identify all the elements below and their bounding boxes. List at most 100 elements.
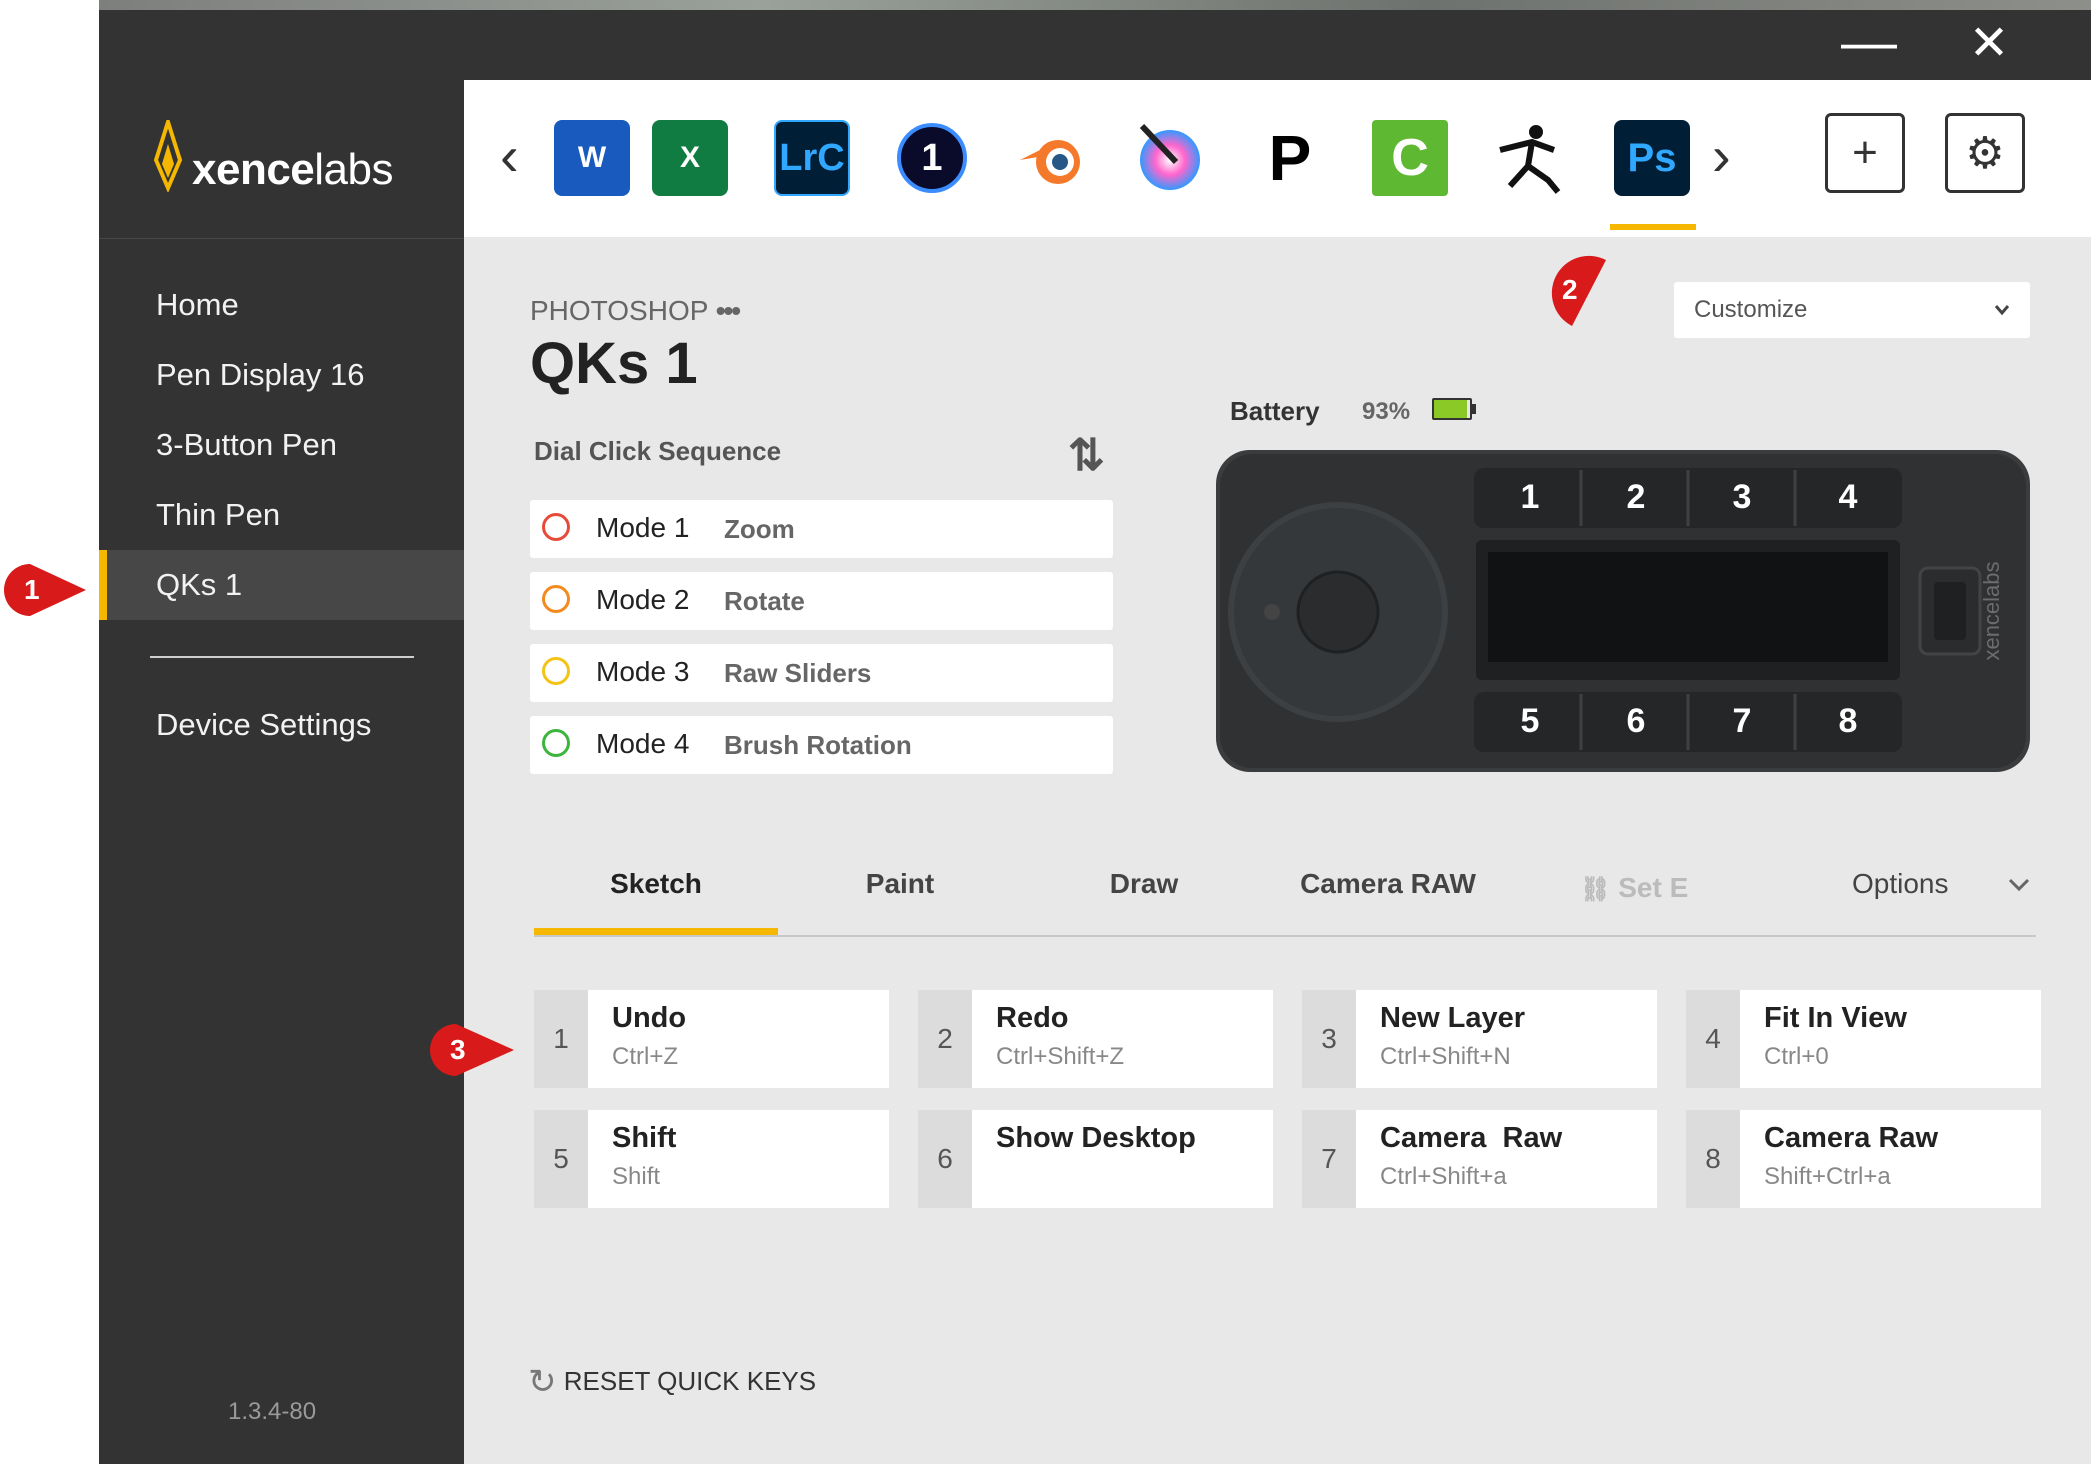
sidebar-item-label: Thin Pen — [156, 497, 281, 532]
tab-set-e-disabled: ⛓ Set E — [1580, 872, 1689, 903]
tab-camera-raw[interactable]: Camera RAW — [1266, 868, 1510, 912]
annotation-marker-2: 2 — [1534, 248, 1614, 333]
page-title: QKs 1 — [530, 331, 698, 396]
key-shortcut: Shift+Ctrl+a — [1764, 1163, 1891, 1190]
sidebar-divider-top — [99, 238, 464, 239]
excel-icon[interactable]: X — [652, 120, 728, 196]
chevron-left-icon: ‹ — [500, 124, 519, 187]
quick-key-7[interactable]: 7 Camera Raw Ctrl+Shift+a — [1302, 1110, 1657, 1208]
key-number: 3 — [1302, 990, 1356, 1088]
pixelmator-icon[interactable]: P — [1252, 120, 1328, 196]
quick-key-1[interactable]: 1 Undo Ctrl+Z — [534, 990, 889, 1088]
app-name-label: PHOTOSHOP ••• — [530, 295, 741, 326]
sidebar-divider — [150, 656, 414, 658]
sidebar-item-label: QKs 1 — [156, 567, 243, 602]
sidebar-item-home[interactable]: Home — [99, 270, 464, 340]
settings-button[interactable]: ⚙ — [1945, 113, 2025, 193]
device-key-3: 3 — [1732, 478, 1752, 516]
plus-icon: + — [1852, 128, 1878, 177]
sidebar-item-pen-display-16[interactable]: Pen Display 16 — [99, 340, 464, 410]
sidebar-item-label: 3-Button Pen — [156, 427, 337, 462]
sidebar-item-thin-pen[interactable]: Thin Pen — [99, 480, 464, 550]
mode-color-indicator — [542, 585, 570, 613]
more-options-icon[interactable]: ••• — [716, 295, 741, 326]
photoshop-icon[interactable]: Ps — [1614, 120, 1690, 196]
swap-order-icon[interactable]: ⇅ — [1068, 430, 1105, 481]
device-brand-label: xencelabs — [1979, 561, 2004, 661]
device-key-8: 8 — [1838, 702, 1858, 740]
quick-keys-device: xencelabs 1 2 3 4 5 6 7 8 — [1214, 448, 2032, 779]
close-button[interactable]: ✕ — [1954, 14, 2024, 74]
capture-one-icon[interactable]: 1 — [894, 120, 970, 196]
reset-quick-keys-button[interactable]: ↻ RESET QUICK KEYS — [528, 1362, 816, 1402]
tab-sketch[interactable]: Sketch — [534, 868, 778, 912]
device-key-4: 4 — [1838, 478, 1858, 516]
key-shortcut: Ctrl+Shift+Z — [996, 1043, 1125, 1070]
battery-icon — [1432, 398, 1472, 420]
quick-key-5[interactable]: 5 Shift Shift — [534, 1110, 889, 1208]
tab-draw[interactable]: Draw — [1022, 868, 1266, 912]
device-key-7: 7 — [1732, 702, 1752, 740]
quick-key-3[interactable]: 3 New Layer Ctrl+Shift+N — [1302, 990, 1657, 1088]
lightroom-classic-icon[interactable]: LrC — [774, 120, 850, 196]
dial-mode-3[interactable]: Mode 3 Raw Sliders — [530, 644, 1113, 702]
options-chevron-icon[interactable] — [2008, 878, 2030, 892]
key-action-name: Camera Raw — [1764, 1122, 1939, 1154]
desktop-background-strip — [99, 0, 2091, 10]
close-icon: ✕ — [1968, 17, 2010, 70]
device-key-6: 6 — [1626, 702, 1646, 740]
zbrush-icon[interactable] — [1492, 120, 1568, 196]
chevron-down-icon — [1994, 305, 2010, 316]
dial-mode-2[interactable]: Mode 2 Rotate — [530, 572, 1113, 630]
mode-name: Mode 1 — [596, 512, 690, 543]
key-shortcut: Ctrl+Z — [612, 1043, 678, 1070]
camtasia-icon[interactable]: C — [1372, 120, 1448, 196]
apps-prev-button[interactable]: ‹ — [500, 118, 519, 194]
logo-text: xencelabs — [192, 145, 393, 194]
minimize-icon: — — [1841, 10, 1897, 73]
tab-paint[interactable]: Paint — [778, 868, 1022, 912]
dial-mode-1[interactable]: Mode 1 Zoom — [530, 500, 1113, 558]
dial-sequence-title: Dial Click Sequence — [534, 436, 782, 466]
key-shortcut: Ctrl+Shift+N — [1380, 1043, 1511, 1070]
sidebar-item-3-button-pen[interactable]: 3-Button Pen — [99, 410, 464, 480]
key-action-name: Shift — [612, 1122, 677, 1154]
customize-dropdown[interactable]: Customize — [1674, 282, 2030, 338]
mode-color-indicator — [542, 729, 570, 757]
key-shortcut: Shift — [612, 1163, 661, 1190]
quick-key-2[interactable]: 2 Redo Ctrl+Shift+Z — [918, 990, 1273, 1088]
sidebar-item-label: Device Settings — [156, 707, 372, 742]
active-app-indicator — [1610, 224, 1696, 230]
apps-next-button[interactable]: › — [1712, 118, 1731, 194]
word-icon[interactable]: W — [554, 120, 630, 196]
mode-function: Raw Sliders — [724, 658, 872, 688]
key-action-name: Undo — [612, 1002, 687, 1034]
unlink-icon: ⛓ — [1580, 876, 1611, 903]
options-menu[interactable]: Options — [1852, 868, 1949, 900]
version-label: 1.3.4-80 — [228, 1398, 317, 1425]
quick-key-8[interactable]: 8 Camera Raw Shift+Ctrl+a — [1686, 1110, 2041, 1208]
device-key-2: 2 — [1626, 478, 1646, 516]
key-action-name: Fit In View — [1764, 1002, 1907, 1034]
add-app-button[interactable]: + — [1825, 113, 1905, 193]
device-key-1: 1 — [1520, 478, 1540, 516]
minimize-button[interactable]: — — [1834, 12, 1904, 72]
krita-icon[interactable] — [1132, 120, 1208, 196]
device-key-5: 5 — [1520, 702, 1540, 740]
mode-color-indicator — [542, 657, 570, 685]
key-number: 7 — [1302, 1110, 1356, 1208]
dial-mode-4[interactable]: Mode 4 Brush Rotation — [530, 716, 1113, 774]
key-shortcut: Ctrl+Shift+a — [1380, 1163, 1507, 1190]
sidebar-item-device-settings[interactable]: Device Settings — [99, 690, 464, 760]
battery-tip — [1472, 404, 1476, 414]
blender-icon[interactable] — [1014, 120, 1090, 196]
sidebar-item-label: Pen Display 16 — [156, 357, 365, 392]
quick-key-4[interactable]: 4 Fit In View Ctrl+0 — [1686, 990, 2041, 1088]
key-number: 4 — [1686, 990, 1740, 1088]
tabs-divider — [534, 935, 2036, 937]
sidebar-item-label: Home — [156, 287, 239, 322]
sidebar-item-qks-1[interactable]: QKs 1 — [99, 550, 464, 620]
key-number: 2 — [918, 990, 972, 1088]
key-action-name: Camera Raw — [1380, 1122, 1563, 1154]
quick-key-6[interactable]: 6 Show Desktop — [918, 1110, 1273, 1208]
